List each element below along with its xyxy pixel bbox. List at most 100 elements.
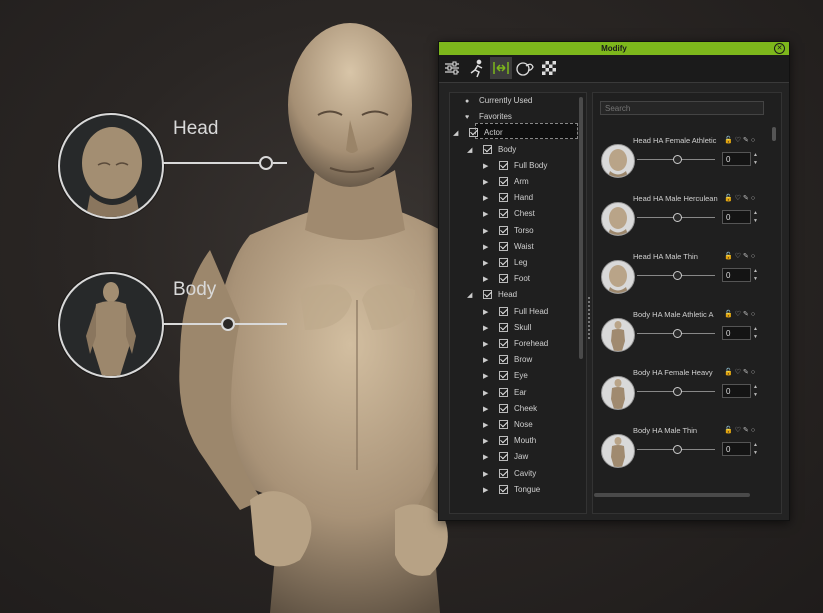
tree-scrollbar[interactable] [579, 97, 583, 359]
expand-arrow-icon[interactable]: ▶ [483, 418, 491, 434]
tree-checkbox[interactable] [499, 403, 508, 413]
tree-checkbox[interactable] [499, 160, 508, 170]
morph-value-input[interactable]: 0 [722, 210, 751, 224]
spin-arrows-icon[interactable]: ▲ ▼ [753, 325, 758, 341]
tree-checkbox[interactable] [499, 452, 508, 462]
morph-action-icons[interactable]: 🔓♡✎○ [724, 252, 757, 260]
morph-action-icons[interactable]: 🔓♡✎○ [724, 194, 757, 202]
expand-arrow-icon[interactable]: ▶ [483, 175, 491, 191]
body-thumbnail-icon[interactable] [601, 376, 635, 410]
tree-checkbox[interactable] [499, 484, 508, 494]
tree-checkbox[interactable] [499, 322, 508, 332]
tree-checkbox[interactable] [499, 225, 508, 235]
tree-checkbox[interactable] [469, 128, 478, 138]
tree-item-eye[interactable]: ▶ Eye [483, 368, 528, 384]
expand-arrow-icon[interactable]: ▶ [483, 402, 491, 418]
tree-checkbox[interactable] [499, 209, 508, 219]
tree-item-chest[interactable]: ▶ Chest [483, 206, 535, 222]
morph-slider[interactable] [637, 271, 715, 280]
tree-checkbox[interactable] [499, 274, 508, 284]
expand-arrow-icon[interactable]: ▶ [483, 272, 491, 288]
tree-item-skull[interactable]: ▶ Skull [483, 320, 531, 336]
sliders-icon[interactable] [441, 57, 463, 79]
expand-arrow-icon[interactable]: ▶ [483, 256, 491, 272]
morph-value-input[interactable]: 0 [722, 326, 751, 340]
morph-action-icons[interactable]: 🔓♡✎○ [724, 368, 757, 376]
morph-icon[interactable] [490, 57, 512, 79]
expand-arrow-icon[interactable]: ▶ [483, 191, 491, 207]
tree-checkbox[interactable] [483, 144, 492, 154]
tree-checkbox[interactable] [499, 468, 508, 478]
tree-item-mouth[interactable]: ▶ Mouth [483, 433, 536, 449]
tree-item-arm[interactable]: ▶ Arm [483, 174, 529, 190]
tree-checkbox[interactable] [483, 290, 492, 300]
morph-slider[interactable] [637, 329, 715, 338]
slider-knob[interactable] [673, 387, 682, 396]
tree-item-body[interactable]: ◢ Body [467, 142, 516, 158]
spin-arrows-icon[interactable]: ▲ ▼ [753, 383, 758, 399]
expand-arrow-icon[interactable]: ▶ [483, 207, 491, 223]
tree-item-nose[interactable]: ▶ Nose [483, 417, 533, 433]
morph-value-input[interactable]: 0 [722, 384, 751, 398]
collapse-arrow-icon[interactable]: ◢ [453, 126, 461, 142]
morph-slider[interactable] [637, 155, 715, 164]
body-thumbnail-icon[interactable] [601, 434, 635, 468]
tree-checkbox[interactable] [499, 339, 508, 348]
collapse-arrow-icon[interactable]: ◢ [467, 288, 475, 304]
slider-knob[interactable] [673, 445, 682, 454]
expand-arrow-icon[interactable]: ▶ [483, 434, 491, 450]
expand-arrow-icon[interactable]: ▶ [483, 337, 491, 353]
spin-arrows-icon[interactable]: ▲ ▼ [753, 267, 758, 283]
morph-value-input[interactable]: 0 [722, 268, 751, 282]
head-thumbnail-icon[interactable] [601, 260, 635, 294]
morph-slider[interactable] [637, 387, 715, 396]
face-icon[interactable] [514, 57, 536, 79]
tree-checkbox[interactable] [499, 241, 508, 251]
expand-arrow-icon[interactable]: ▶ [483, 450, 491, 466]
spin-arrows-icon[interactable]: ▲ ▼ [753, 209, 758, 225]
tree-item-foot[interactable]: ▶ Foot [483, 271, 530, 287]
spin-arrows-icon[interactable]: ▲ ▼ [753, 151, 758, 167]
spin-arrows-icon[interactable]: ▲ ▼ [753, 441, 758, 457]
search-input[interactable] [600, 101, 764, 115]
morph-value-input[interactable]: 0 [722, 442, 751, 456]
tree-item-jaw[interactable]: ▶ Jaw [483, 449, 528, 465]
morph-value-input[interactable]: 0 [722, 152, 751, 166]
expand-arrow-icon[interactable]: ▶ [483, 224, 491, 240]
tree-checkbox[interactable] [499, 306, 508, 316]
tree-item-cavity[interactable]: ▶ Cavity [483, 466, 536, 482]
expand-arrow-icon[interactable]: ▶ [483, 483, 491, 499]
head-callout-dot[interactable] [259, 156, 273, 170]
tree-item-forehead[interactable]: ▶ Forehead [483, 336, 548, 352]
pane-splitter[interactable] [588, 297, 590, 339]
slider-knob[interactable] [673, 329, 682, 338]
slider-knob[interactable] [673, 155, 682, 164]
close-icon[interactable]: ✕ [774, 43, 785, 54]
checker-icon[interactable] [538, 57, 560, 79]
collapse-arrow-icon[interactable]: ◢ [467, 143, 475, 159]
tree-checkbox[interactable] [499, 371, 508, 381]
tree-item-torso[interactable]: ▶ Torso [483, 223, 534, 239]
tree-checkbox[interactable] [499, 436, 508, 446]
tree-item-waist[interactable]: ▶ Waist [483, 239, 534, 255]
expand-arrow-icon[interactable]: ▶ [483, 305, 491, 321]
tree-checkbox[interactable] [499, 387, 508, 397]
tree-checkbox[interactable] [499, 420, 508, 429]
tree-checkbox[interactable] [499, 177, 508, 186]
morph-action-icons[interactable]: 🔓♡✎○ [724, 136, 757, 144]
expand-arrow-icon[interactable]: ▶ [483, 467, 491, 483]
expand-arrow-icon[interactable]: ▶ [483, 386, 491, 402]
tree-item-actor[interactable]: ◢ Actor [453, 125, 503, 141]
slider-knob[interactable] [673, 271, 682, 280]
tree-item-leg[interactable]: ▶ Leg [483, 255, 527, 271]
tree-item-favorites[interactable]: ♥ Favorites [465, 109, 512, 125]
head-thumbnail-icon[interactable] [601, 202, 635, 236]
horizontal-scrollbar[interactable] [594, 493, 750, 497]
expand-arrow-icon[interactable]: ▶ [483, 159, 491, 175]
slider-knob[interactable] [673, 213, 682, 222]
tree-checkbox[interactable] [499, 193, 508, 203]
tree-item-ear[interactable]: ▶ Ear [483, 385, 526, 401]
morph-action-icons[interactable]: 🔓♡✎○ [724, 310, 757, 318]
expand-arrow-icon[interactable]: ▶ [483, 321, 491, 337]
body-callout-dot[interactable] [221, 317, 235, 331]
